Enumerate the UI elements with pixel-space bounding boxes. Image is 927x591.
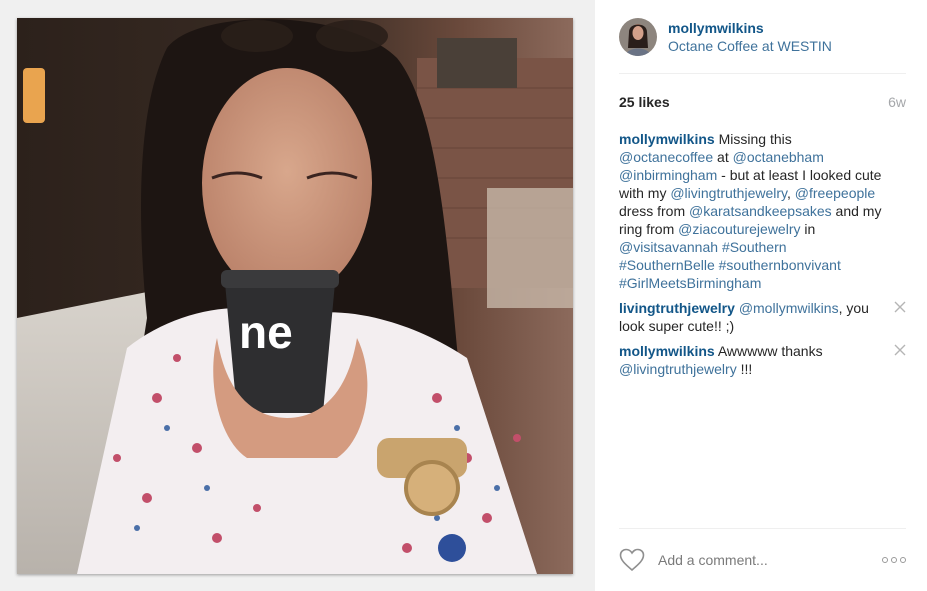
mention-link[interactable]: @octanebham <box>733 149 824 165</box>
mention-link[interactable]: @ziacouturejewelry <box>678 221 800 237</box>
comment-username[interactable]: mollymwilkins <box>619 343 715 359</box>
comment-item: livingtruthjewelry @mollymwilkins, you l… <box>619 299 906 335</box>
photo-panel: ne <box>0 0 595 591</box>
hashtag-link[interactable]: #southernbonvivant <box>719 257 841 273</box>
comment-username[interactable]: livingtruthjewelry <box>619 300 735 316</box>
close-icon[interactable] <box>894 344 906 356</box>
caption-text: dress from <box>619 203 690 219</box>
add-comment-input[interactable] <box>658 552 882 568</box>
post-header: mollymwilkins Octane Coffee at WESTIN <box>619 0 906 74</box>
location-link[interactable]: Octane Coffee at WESTIN <box>668 37 832 55</box>
heart-outline-icon[interactable] <box>619 548 645 572</box>
post-meta: 25 likes 6w <box>619 74 906 130</box>
avatar[interactable] <box>619 17 657 56</box>
post-photo[interactable]: ne <box>17 18 573 574</box>
hashtag-link[interactable]: #GirlMeetsBirmingham <box>619 275 761 291</box>
comment-text: !!! <box>736 361 753 377</box>
mention-link[interactable]: @livingtruthjewelry <box>670 185 787 201</box>
caption-text: at <box>713 149 733 165</box>
likes-count[interactable]: 25 likes <box>619 94 670 110</box>
hashtag-link[interactable]: #Southern <box>722 239 787 255</box>
caption-username[interactable]: mollymwilkins <box>619 131 715 147</box>
mention-link[interactable]: @octanecoffee <box>619 149 713 165</box>
comments-list: mollymwilkins Missing this @octanecoffee… <box>619 130 906 378</box>
mention-link[interactable]: @visitsavannah <box>619 239 718 255</box>
hashtag-link[interactable]: #SouthernBelle <box>619 257 715 273</box>
close-icon[interactable] <box>894 301 906 313</box>
comment-text: Awwwww thanks <box>714 343 823 359</box>
comment-bar <box>619 528 906 591</box>
author-username-link[interactable]: mollymwilkins <box>668 19 832 37</box>
mention-link[interactable]: @freepeople <box>795 185 875 201</box>
more-options-icon[interactable] <box>882 557 906 563</box>
caption-text: , <box>787 185 795 201</box>
svg-text:ne: ne <box>239 306 293 358</box>
caption: mollymwilkins Missing this @octanecoffee… <box>619 130 906 292</box>
mention-link[interactable]: @karatsandkeepsakes <box>689 203 832 219</box>
caption-text: Missing this <box>714 131 792 147</box>
comment-item: mollymwilkins Awwwww thanks @livingtruth… <box>619 342 906 378</box>
mention-link[interactable]: @mollymwilkins <box>739 300 839 316</box>
mention-link[interactable]: @livingtruthjewelry <box>619 361 737 377</box>
mention-link[interactable]: @inbirmingham <box>619 167 717 183</box>
post-sidebar: mollymwilkins Octane Coffee at WESTIN 25… <box>595 0 927 591</box>
caption-text: in <box>800 221 816 237</box>
post-age[interactable]: 6w <box>888 94 906 110</box>
post-modal: ne mollymwilkins Octane Coffee at WESTIN… <box>0 0 927 591</box>
photo-image: ne <box>17 18 573 574</box>
